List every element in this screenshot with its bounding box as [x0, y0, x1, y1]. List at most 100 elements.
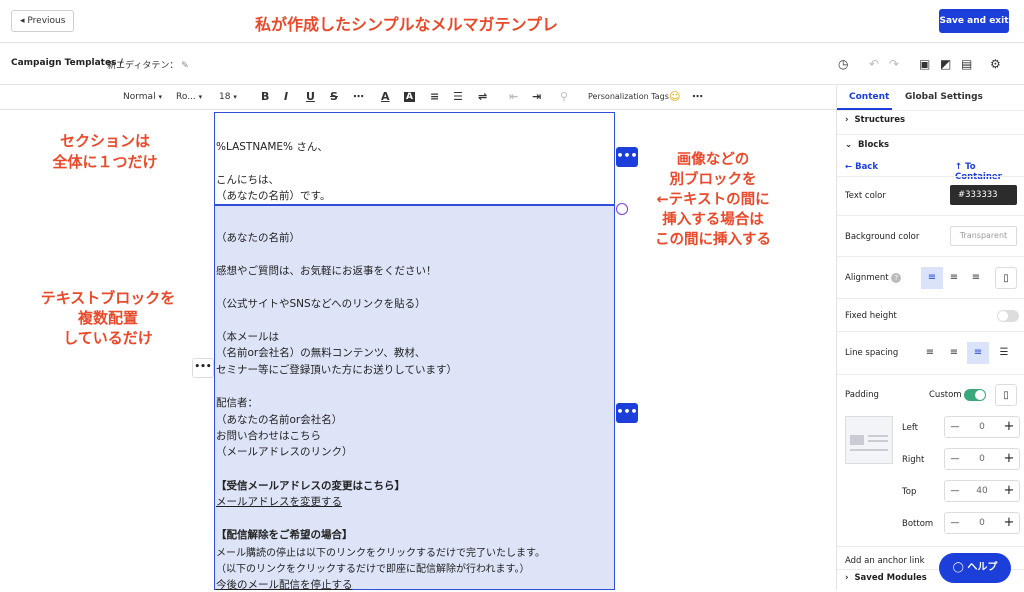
insert-handle-icon[interactable] [616, 203, 628, 215]
block2-line: 配信者： [216, 397, 258, 409]
divider [837, 215, 1024, 216]
padding-custom-toggle[interactable] [964, 389, 986, 401]
block2-line: （名前or会社名）の無料コンテンツ、教材、 [216, 347, 426, 359]
tab-global-settings[interactable]: Global Settings [905, 92, 983, 102]
strikethrough-icon[interactable]: S [330, 90, 338, 103]
divider [837, 331, 1024, 332]
underline-icon[interactable]: U [306, 90, 315, 103]
block2-line: 【配信解除をご希望の場合】 [216, 529, 353, 541]
history-icon[interactable]: ◷ [838, 57, 848, 71]
help-icon[interactable]: ? [891, 273, 902, 283]
more-format-icon[interactable]: ⋯ [353, 90, 364, 103]
chevron-right-icon: › [845, 573, 849, 583]
padding-top-stepper[interactable]: — 40 + [944, 480, 1020, 502]
line-spacing-normal-button[interactable]: ≡ [943, 342, 965, 364]
image-placeholder-icon [850, 435, 864, 445]
background-color-label: Background color [845, 232, 920, 242]
block2-line: （以下のリンクをクリックするだけで即座に配信解除が行われます。） [216, 564, 530, 575]
minus-icon[interactable]: — [945, 417, 965, 437]
divider [837, 546, 1024, 547]
block2-line: 【受信メールアドレスの変更はこちら】 [216, 480, 405, 492]
italic-icon[interactable]: I [284, 90, 288, 103]
padding-top-label: Top [902, 487, 917, 497]
code-icon[interactable]: ▣ [919, 57, 930, 71]
font-style-select[interactable]: Normal ▾ [123, 92, 162, 102]
padding-right-stepper[interactable]: — 0 + [944, 448, 1020, 470]
arrow-left-icon: ← [845, 162, 853, 172]
font-family-select[interactable]: Ro... ▾ [176, 92, 202, 102]
section-options-button[interactable]: ••• [192, 358, 214, 378]
more-options-icon[interactable]: ⋯ [692, 90, 703, 103]
help-chat-button[interactable]: ◯ ヘルプ [939, 553, 1011, 583]
chevron-right-icon: › [845, 115, 849, 125]
line-spacing-tight-button[interactable]: ≡ [919, 342, 941, 364]
to-container-link[interactable]: ↑ To Container [955, 162, 1024, 182]
block2-line: （あなたの名前） [216, 232, 300, 244]
padding-right-label: Right [902, 455, 925, 465]
fixed-height-toggle[interactable] [997, 310, 1019, 322]
outdent-icon[interactable]: ⇤ [509, 90, 518, 103]
personalization-tags-button[interactable]: Personalization Tags [588, 92, 669, 101]
plus-icon[interactable]: + [999, 481, 1019, 501]
divider [837, 134, 1024, 135]
align-center-button[interactable]: ≡ [943, 267, 965, 289]
block2-options-button[interactable]: ••• [616, 403, 638, 423]
bold-icon[interactable]: B [261, 90, 269, 103]
save-and-exit-button[interactable]: Save and exit [939, 9, 1009, 33]
image-icon[interactable]: ▤ [961, 57, 972, 71]
font-size-select[interactable]: 18 ▾ [219, 92, 237, 102]
saved-modules-toggle[interactable]: › Saved Modules [845, 573, 927, 583]
padding-mode-label: Custom [929, 390, 962, 400]
toggle-knob [998, 311, 1008, 321]
plus-icon[interactable]: + [999, 513, 1019, 533]
line-height-icon[interactable]: ⇌ [478, 90, 487, 103]
redo-icon[interactable]: ↷ [889, 57, 899, 71]
mobile-icon[interactable]: ▯ [995, 267, 1017, 289]
padding-bottom-stepper[interactable]: — 0 + [944, 512, 1020, 534]
bullet-list-icon[interactable]: ☰ [453, 90, 463, 103]
line-spacing-wider-button[interactable]: ☰ [993, 342, 1015, 364]
blocks-toggle[interactable]: ⌄ Blocks [845, 140, 889, 150]
block2-line: （あなたの名前or会社名） [216, 414, 343, 426]
link-icon[interactable]: ⚲ [560, 90, 568, 103]
gear-icon[interactable]: ⚙ [990, 57, 1001, 71]
padding-left-stepper[interactable]: — 0 + [944, 416, 1020, 438]
mobile-icon[interactable]: ▯ [995, 384, 1017, 406]
alignment-label: Alignment ? [845, 273, 902, 283]
background-color-picker[interactable]: Transparent [950, 226, 1017, 246]
minus-icon[interactable]: — [945, 481, 965, 501]
chevron-down-icon: ▾ [158, 93, 162, 101]
annotation-title: 私が作成したシンプルなメルマガテンプレ [255, 15, 559, 34]
plus-icon[interactable]: + [999, 449, 1019, 469]
padding-label: Padding [845, 390, 879, 400]
divider [837, 298, 1024, 299]
change-email-link[interactable]: メールアドレスを変更する [216, 494, 342, 509]
align-icon[interactable]: ≡ [430, 90, 439, 103]
undo-icon[interactable]: ↶ [869, 57, 879, 71]
line-spacing-label: Line spacing [845, 348, 899, 358]
text-color-icon[interactable]: A [381, 90, 390, 103]
tab-content[interactable]: Content [849, 92, 889, 102]
back-link[interactable]: ← Back [845, 162, 878, 172]
pencil-icon[interactable]: ✎ [181, 61, 189, 71]
template-name[interactable]: 新エディタテン： ✎ [107, 58, 189, 71]
emoji-icon[interactable]: ☺ [669, 90, 680, 103]
line-spacing-wide-button[interactable]: ≡ [967, 342, 989, 364]
block2-line: （メールアドレスのリンク） [216, 446, 353, 458]
align-left-button[interactable]: ≡ [921, 267, 943, 289]
text-color-picker[interactable]: #333333 [950, 185, 1017, 205]
structures-toggle[interactable]: › Structures [845, 115, 905, 125]
previous-button[interactable]: ◂ Previous [11, 10, 75, 32]
align-right-button[interactable]: ≡ [965, 267, 987, 289]
arrow-up-icon: ↑ [955, 162, 963, 172]
block2-line: セミナー等にご登録頂いた方にお送りしています） [216, 364, 457, 376]
minus-icon[interactable]: — [945, 449, 965, 469]
minus-icon[interactable]: — [945, 513, 965, 533]
preview-icon[interactable]: ◩ [940, 57, 951, 71]
highlight-icon[interactable]: A [404, 92, 415, 102]
padding-bottom-label: Bottom [902, 519, 934, 529]
block2-line: メール購読の停止は以下のリンクをクリックするだけで完了いたします。 [216, 548, 545, 559]
indent-icon[interactable]: ⇥ [532, 90, 541, 103]
annotation-text-blocks: テキストブロックを 複数配置 しているだけ [40, 289, 176, 347]
plus-icon[interactable]: + [999, 417, 1019, 437]
